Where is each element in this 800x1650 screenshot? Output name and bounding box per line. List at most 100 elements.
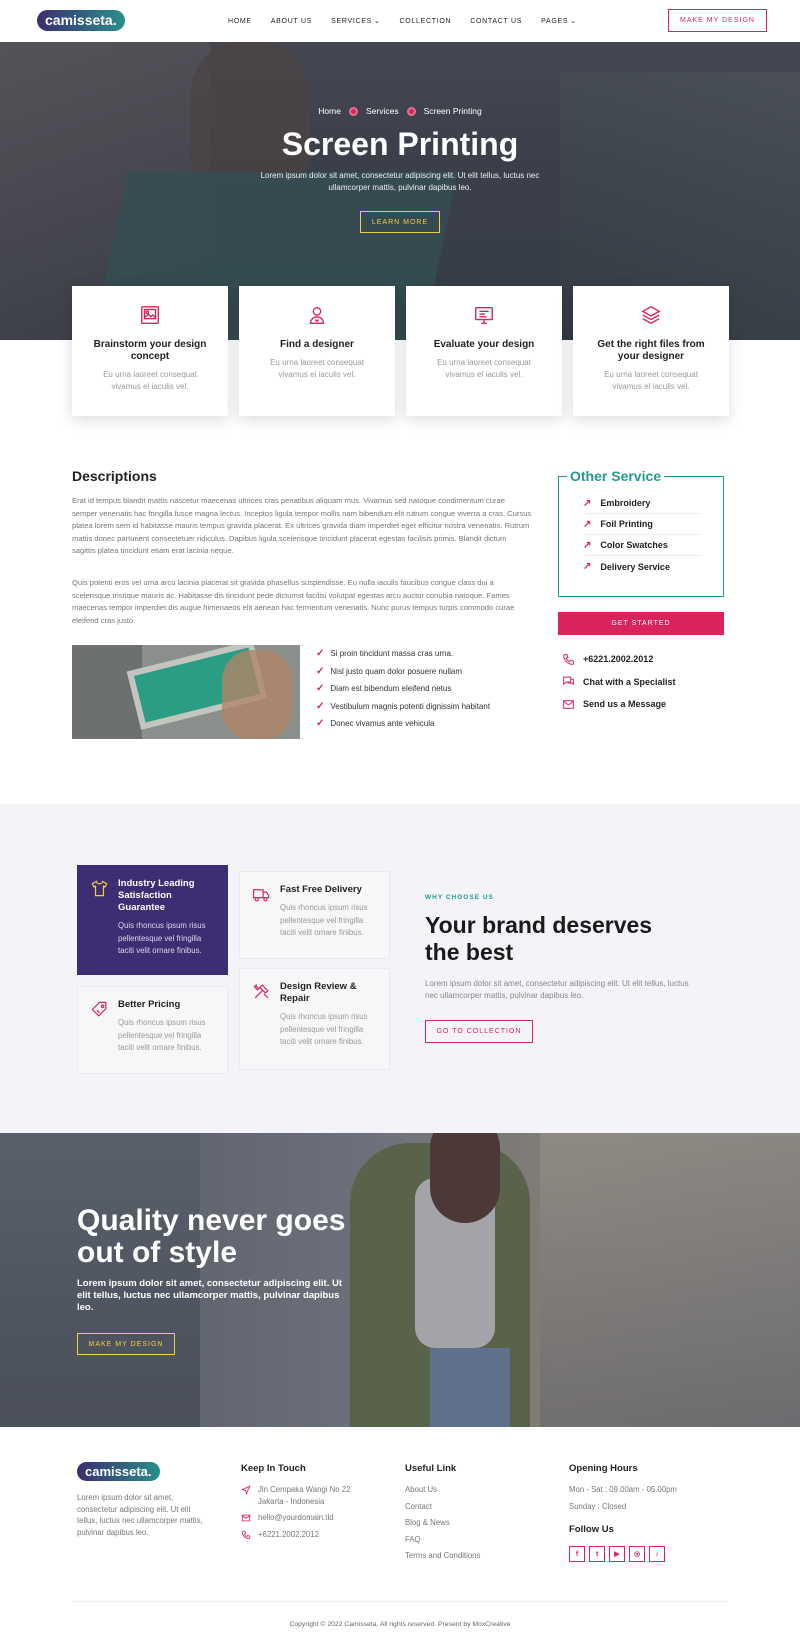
mail-icon bbox=[241, 1514, 251, 1522]
feature-card: Get the right files from your designer E… bbox=[573, 286, 729, 416]
opening-hours: Mon - Sat : 09.00am - 05.00pm Sunday : C… bbox=[569, 1484, 677, 1517]
footer-logo[interactable]: camisseta. bbox=[77, 1462, 160, 1481]
breadcrumb-separator-icon bbox=[348, 106, 358, 116]
descriptions-title: Descriptions bbox=[72, 468, 157, 484]
layers-icon bbox=[641, 305, 661, 325]
why-choose-us-section: Industry Leading Satisfaction Guarantee … bbox=[0, 804, 800, 1134]
footer-link-blog-news[interactable]: Blog & News bbox=[405, 1517, 480, 1529]
follow-us-title: Follow Us bbox=[569, 1524, 614, 1535]
descriptions-paragraph: Erat id tempus blandit mattis nascetur m… bbox=[72, 496, 532, 555]
breadcrumb-current: Screen Printing bbox=[423, 106, 482, 116]
contact-info: Jln Cempaka Wangi No 22 Jakarta - Indone… bbox=[241, 1484, 371, 1545]
breadcrumb-home[interactable]: Home bbox=[318, 106, 341, 116]
nav-services[interactable]: SERVICES ⌄ bbox=[331, 17, 380, 25]
nav-pages[interactable]: PAGES ⌄ bbox=[541, 17, 577, 25]
arrow-up-right-icon: ↗ bbox=[583, 497, 592, 509]
hours-weekdays: Mon - Sat : 09.00am - 05.00pm bbox=[569, 1485, 677, 1494]
tiktok-icon[interactable]: ♪ bbox=[649, 1546, 665, 1562]
logo[interactable]: camisseta. bbox=[37, 10, 125, 31]
footer-email[interactable]: hello@yourdomain.tld bbox=[241, 1512, 371, 1524]
chevron-down-icon: ⌄ bbox=[373, 18, 381, 25]
mail-icon bbox=[563, 699, 574, 709]
chevron-down-icon: ⌄ bbox=[570, 18, 577, 25]
hours-sunday: Sunday : Closed bbox=[569, 1501, 627, 1511]
footer-link-terms[interactable]: Terms and Conditions bbox=[405, 1550, 480, 1562]
shirt-icon bbox=[91, 880, 108, 897]
get-started-button[interactable]: GET STARTED bbox=[558, 612, 724, 635]
feature-text: Eu urna laoreet consequat vivamus el iac… bbox=[103, 370, 197, 391]
footer-link-contact[interactable]: Contact bbox=[405, 1501, 480, 1513]
service-link-foil-printing[interactable]: ↗ Foil Printing bbox=[583, 514, 701, 535]
benefit-text: Quis rhoncus ipsum risus pellentesque ve… bbox=[118, 921, 206, 955]
service-link-color-swatches[interactable]: ↗ Color Swatches bbox=[583, 535, 701, 556]
feature-title: Brainstorm your design concept bbox=[93, 339, 207, 362]
nav-about-us[interactable]: ABOUT US bbox=[271, 18, 312, 25]
youtube-icon[interactable]: ▶ bbox=[609, 1546, 625, 1562]
list-item: ✓ Diam est bibendum eleifend netus bbox=[316, 683, 452, 695]
benefit-title: Better Pricing bbox=[118, 999, 181, 1010]
feature-card: Find a designer Eu urna laoreet consequa… bbox=[239, 286, 395, 416]
truck-icon bbox=[252, 889, 270, 902]
benefit-text: Quis rhoncus ipsum risus pellentesque ve… bbox=[280, 903, 368, 937]
footer-link-faq[interactable]: FAQ bbox=[405, 1534, 480, 1546]
quality-title: Quality never goes out of style bbox=[77, 1204, 346, 1269]
tools-icon bbox=[253, 983, 269, 999]
arrow-up-right-icon: ↗ bbox=[583, 539, 592, 551]
make-my-design-button[interactable]: MAKE MY DESIGN bbox=[77, 1333, 175, 1355]
make-my-design-button[interactable]: MAKE MY DESIGN bbox=[668, 9, 767, 32]
other-service-title: Other Service bbox=[567, 468, 665, 484]
designer-icon bbox=[309, 306, 325, 324]
benefit-title: Design Review & Repair bbox=[280, 981, 357, 1004]
nav-home[interactable]: HOME bbox=[228, 18, 252, 25]
twitter-icon[interactable]: t bbox=[589, 1546, 605, 1562]
quality-banner: Quality never goes out of style Lorem ip… bbox=[0, 1133, 800, 1427]
hero-subtitle: Lorem ipsum dolor sit amet, consectetur … bbox=[260, 171, 540, 192]
feature-text: Eu urna laoreet consequat vivamus el iac… bbox=[270, 358, 364, 379]
benefit-title: Industry Leading Satisfaction Guarantee bbox=[118, 878, 195, 913]
benefit-card: Industry Leading Satisfaction Guarantee … bbox=[77, 865, 228, 975]
keep-in-touch-title: Keep In Touch bbox=[241, 1463, 306, 1474]
arrow-up-right-icon: ↗ bbox=[583, 518, 592, 530]
page-title: Screen Printing bbox=[281, 126, 519, 162]
breadcrumb-services[interactable]: Services bbox=[366, 106, 399, 116]
useful-link-title: Useful Link bbox=[405, 1463, 457, 1474]
phone-icon bbox=[241, 1530, 251, 1539]
copyright: Copyright © 2022 Camisseta. All rights r… bbox=[289, 1621, 511, 1628]
feature-text: Eu urna laoreet consequat vivamus el iac… bbox=[437, 358, 531, 379]
opening-hours-title: Opening Hours bbox=[569, 1463, 638, 1474]
why-title: Your brand deserves the best bbox=[425, 912, 653, 965]
contact-chat[interactable]: Chat with a Specialist bbox=[562, 671, 676, 694]
feature-title: Get the right files from your designer bbox=[597, 339, 705, 362]
footer-link-about-us[interactable]: About Us bbox=[405, 1484, 480, 1496]
nav-collection[interactable]: COLLECTION bbox=[400, 18, 452, 25]
service-link-delivery-service[interactable]: ↗ Delivery Service bbox=[583, 556, 701, 577]
social-links: f t ▶ ◎ ♪ bbox=[569, 1546, 665, 1562]
breadcrumb: Home Services Screen Printing bbox=[0, 106, 800, 116]
feature-text: Eu urna laoreet consequat vivamus el iac… bbox=[604, 370, 698, 391]
check-icon: ✓ bbox=[316, 665, 325, 677]
service-link-embroidery[interactable]: ↗ Embroidery bbox=[583, 493, 701, 514]
nav-contact-us[interactable]: CONTACT US bbox=[470, 18, 522, 25]
quality-text: Lorem ipsum dolor sit amet, consectetur … bbox=[77, 1278, 342, 1313]
monitor-icon bbox=[475, 306, 493, 324]
instagram-icon[interactable]: ◎ bbox=[629, 1546, 645, 1562]
contact-message[interactable]: Send us a Message bbox=[562, 693, 676, 716]
check-icon: ✓ bbox=[316, 683, 325, 695]
main-nav: HOME ABOUT US SERVICES ⌄ COLLECTION CONTA… bbox=[228, 0, 577, 42]
footer-divider bbox=[72, 1601, 728, 1602]
benefit-card: Fast Free Delivery Quis rhoncus ipsum ri… bbox=[239, 871, 390, 959]
feature-cards: Brainstorm your design concept Eu urna l… bbox=[72, 286, 729, 416]
checklist: ✓ Si proin tincidunt massa cras urna. ✓ Ni… bbox=[316, 645, 490, 733]
list-item: ✓ Vestibulum magnis potenti dignissim hab… bbox=[316, 700, 491, 712]
feature-card: Brainstorm your design concept Eu urna l… bbox=[72, 286, 228, 416]
facebook-icon[interactable]: f bbox=[569, 1546, 585, 1562]
phone-icon bbox=[563, 653, 574, 665]
other-service-box: Other Service ↗ Embroidery ↗ Foil Printing… bbox=[558, 468, 724, 597]
go-to-collection-button[interactable]: GO TO COLLECTION bbox=[425, 1020, 533, 1043]
learn-more-button[interactable]: LEARN MORE bbox=[360, 211, 440, 233]
arrow-up-right-icon: ↗ bbox=[583, 561, 592, 572]
list-item: ✓ Nisl justo quam dolor posuere nullam bbox=[316, 665, 463, 677]
contact-phone[interactable]: +6221.2002.2012 bbox=[562, 648, 676, 671]
contact-list: +6221.2002.2012 Chat with a Specialist S… bbox=[562, 648, 676, 716]
footer-phone[interactable]: +6221.2002.2012 bbox=[241, 1529, 371, 1541]
